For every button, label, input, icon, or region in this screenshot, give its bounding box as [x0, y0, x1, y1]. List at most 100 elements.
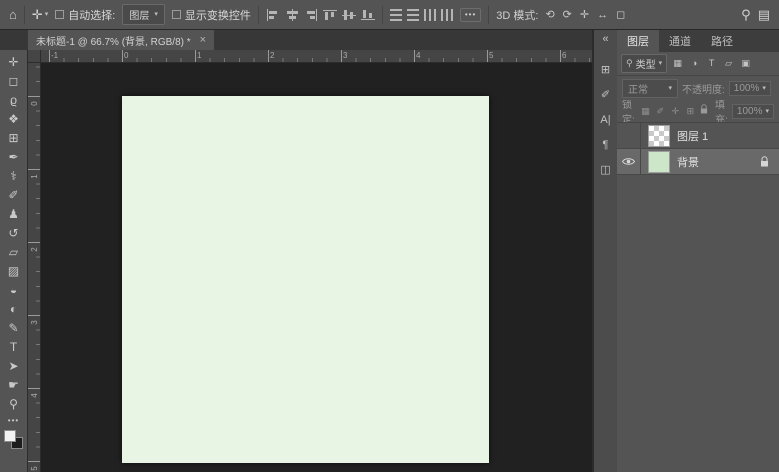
eraser-tool[interactable]: ▱ — [0, 243, 27, 262]
color-swatches[interactable] — [4, 430, 23, 449]
marquee-tool[interactable]: ◻ — [0, 72, 27, 91]
opacity-dropdown[interactable]: 100% ▾ — [728, 80, 771, 96]
blend-mode-value: 正常 — [628, 84, 648, 96]
adjustments-panel-icon[interactable]: ⊞ — [594, 58, 617, 83]
lock-position-icon[interactable]: ✛ — [669, 104, 682, 118]
align-horizontal-center-icon[interactable] — [285, 8, 299, 21]
filter-type-dropdown[interactable]: ⚲ 类型 ▾ — [621, 54, 668, 73]
canvas-area: -1 0 1 2 3 4 5 6 0 1 2 3 4 5 — [28, 50, 592, 472]
lock-buttons: ▦ ✐ ✛ ⊞ — [639, 104, 697, 118]
history-brush-tool[interactable]: ↺ — [0, 224, 27, 243]
ruler-label: 3 — [343, 51, 348, 60]
layer-row[interactable]: 背景 — [617, 149, 779, 175]
3d-roll-icon[interactable]: ⟳ — [563, 8, 572, 21]
shape-layer-filter-icon[interactable]: ▱ — [721, 56, 736, 71]
type-tool[interactable]: T — [0, 338, 27, 357]
move-tool[interactable]: ✛ — [0, 53, 27, 72]
auto-select-toggle[interactable]: 自动选择: — [55, 7, 115, 23]
layer-thumbnail[interactable] — [648, 124, 670, 147]
layer-thumbnail[interactable] — [648, 150, 670, 173]
search-icon[interactable]: ⚲ — [741, 8, 751, 21]
distribute-vertical-icon[interactable] — [389, 8, 402, 21]
lock-artboard-icon[interactable]: ⊞ — [684, 104, 697, 118]
panel-tab-channels[interactable]: 通道 — [659, 30, 701, 52]
path-selection-tool[interactable]: ➤ — [0, 357, 27, 376]
lock-icon — [760, 156, 769, 167]
align-left-icon[interactable] — [266, 8, 280, 21]
visibility-toggle[interactable] — [617, 123, 641, 148]
clone-stamp-tool[interactable]: ♟ — [0, 205, 27, 224]
gradient-tool[interactable]: ▨ — [0, 262, 27, 281]
adjustment-layer-filter-icon[interactable]: ◑ — [687, 56, 702, 71]
lasso-tool[interactable]: ϱ — [0, 91, 27, 110]
tool-column: ✛ ◻ ϱ ❖ ⊞ ✒ ⚕ ✐ ♟ ↺ ▱ ▨ ◒ ◐ ✎ T ➤ ☛ ⚲ — [0, 53, 27, 414]
opacity-label: 不透明度: — [682, 84, 725, 96]
align-buttons — [266, 8, 375, 21]
3d-rotate-icon[interactable]: ⟲ — [545, 8, 554, 21]
ruler-label: 6 — [562, 51, 567, 60]
blur-tool[interactable]: ◒ — [0, 281, 27, 300]
distribute-horizontal-icon[interactable] — [423, 8, 436, 21]
3d-scale-icon[interactable]: ◻ — [616, 8, 625, 21]
lock-transparency-icon[interactable]: ▦ — [639, 104, 652, 118]
libraries-panel-icon[interactable]: ◫ — [594, 158, 617, 183]
show-transform-toggle[interactable]: 显示变换控件 — [171, 7, 251, 23]
healing-brush-tool[interactable]: ⚕ — [0, 167, 27, 186]
lock-all-icon[interactable] — [700, 104, 708, 118]
document-tab[interactable]: 未标题-1 @ 66.7% (背景, RGB/8) * × — [28, 30, 215, 50]
lock-pixels-icon[interactable]: ✐ — [654, 104, 667, 118]
3d-pan-icon[interactable]: ✛ — [580, 8, 589, 21]
hand-tool[interactable]: ☛ — [0, 376, 27, 395]
dodge-tool[interactable]: ◐ — [0, 300, 27, 319]
vertical-ruler[interactable]: 0 1 2 3 4 5 — [28, 63, 41, 472]
brush-tool[interactable]: ✐ — [0, 186, 27, 205]
align-bottom-icon[interactable] — [360, 9, 375, 21]
align-right-icon[interactable] — [304, 8, 318, 21]
ruler-label: 0 — [30, 101, 39, 106]
fill-value: 100% — [736, 105, 763, 117]
quick-selection-tool[interactable]: ❖ — [0, 110, 27, 129]
visibility-toggle[interactable] — [617, 149, 641, 174]
type-layer-filter-icon[interactable]: T — [704, 56, 719, 71]
panel-tab-layers[interactable]: 图层 — [617, 30, 659, 52]
chevron-down-icon: ▾ — [44, 11, 49, 18]
ruler-label: 2 — [270, 51, 275, 60]
zoom-tool[interactable]: ⚲ — [0, 395, 27, 414]
distribute-vertical-centers-icon[interactable] — [406, 8, 419, 21]
align-options-button[interactable]: ••• — [459, 7, 482, 22]
separator — [257, 5, 259, 24]
panel-tab-paths[interactable]: 路径 — [701, 30, 743, 52]
workspace-switcher-icon[interactable]: ▤ — [758, 8, 770, 21]
pen-tool[interactable]: ✎ — [0, 319, 27, 338]
smart-object-filter-icon[interactable]: ▣ — [738, 56, 753, 71]
ruler-origin[interactable] — [28, 50, 41, 63]
fill-dropdown[interactable]: 100% ▾ — [731, 103, 774, 119]
distribute-horizontal-centers-icon[interactable] — [440, 8, 453, 21]
align-top-icon[interactable] — [322, 9, 337, 21]
align-vertical-center-icon[interactable] — [341, 9, 356, 21]
opacity-value: 100% — [733, 82, 760, 94]
panel-tabs: 图层 通道 路径 — [617, 30, 779, 52]
brushes-panel-icon[interactable]: ✐ — [594, 83, 617, 108]
auto-select-target-dropdown[interactable]: 图层 ▾ — [122, 4, 165, 25]
home-icon[interactable]: ⌂ — [9, 8, 17, 21]
document-canvas[interactable] — [122, 96, 489, 463]
expand-panels-icon[interactable]: « — [602, 30, 608, 48]
blend-mode-dropdown[interactable]: 正常 ▾ — [622, 78, 678, 98]
crop-tool[interactable]: ⊞ — [0, 129, 27, 148]
current-tool-indicator[interactable]: ✛ ▾ — [32, 7, 48, 23]
close-icon[interactable]: × — [200, 34, 206, 46]
foreground-color-swatch[interactable] — [4, 430, 16, 442]
ruler-label: 3 — [30, 320, 39, 325]
paragraph-panel-icon[interactable]: ¶ — [594, 133, 617, 158]
edit-toolbar-icon[interactable]: ••• — [8, 416, 19, 425]
3d-slide-icon[interactable]: ↔ — [597, 9, 608, 21]
character-panel-icon[interactable]: A| — [594, 108, 617, 133]
separator — [381, 5, 383, 24]
eyedropper-tool[interactable]: ✒ — [0, 148, 27, 167]
photoshop-window: ⌂ ✛ ▾ 自动选择: 图层 ▾ 显示变换控件 ••• 3D 模式: ⟲ ⟳ ✛… — [0, 0, 779, 472]
layer-row[interactable]: 图层 1 — [617, 123, 779, 149]
auto-select-label: 自动选择: — [68, 9, 116, 22]
pixel-layer-filter-icon[interactable]: ▦ — [670, 56, 685, 71]
horizontal-ruler[interactable]: -1 0 1 2 3 4 5 6 — [41, 50, 592, 63]
